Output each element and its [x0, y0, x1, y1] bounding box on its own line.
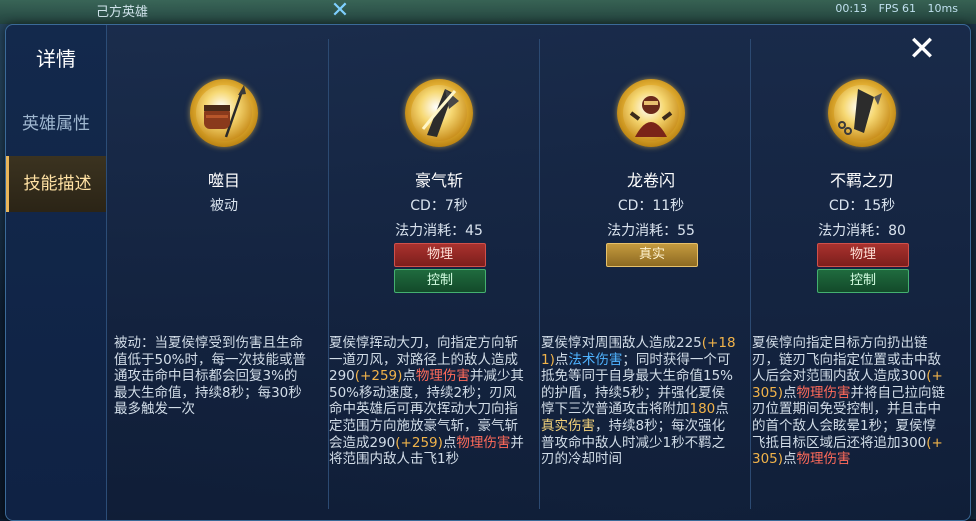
description-text: 被动：当夏侯惇受到伤害且生命值低于50%时，每一次技能或普通攻击命中目标都会回复… — [114, 335, 307, 418]
team-title: 己方英雄 — [96, 5, 149, 20]
sidebar: 详情 英雄属性 技能描述 — [6, 25, 107, 520]
tag-physical: 物理 — [394, 243, 486, 267]
skill-card-1: 豪气斩 CD：7秒 法力消耗：45 物理 控制 夏侯惇挥动大刀，向指定方向斩一道… — [329, 55, 541, 515]
fps-text: FPS 61 — [878, 2, 917, 15]
bonus-value: (+259) — [395, 434, 443, 451]
skill-name: 龙卷闪 — [626, 171, 675, 190]
skill-type: 被动 — [210, 198, 238, 214]
clock-text: 00:13 — [835, 2, 868, 15]
blade-slash-icon — [405, 79, 473, 147]
hero-detail-panel: 详情 英雄属性 技能描述 ✕ 噬目 被动 被动：当夏侯惇受到伤害且生命值低于50… — [5, 24, 971, 521]
skill-name: 噬目 — [207, 171, 240, 190]
sidebar-item-skill-description[interactable]: 技能描述 — [6, 156, 106, 212]
skill-cooldown: CD：7秒 — [410, 198, 468, 214]
description-text: 点 — [715, 401, 729, 418]
physical-damage-text: 物理伤害 — [796, 384, 851, 401]
background-close-icon: ✕ — [330, 0, 350, 23]
skill-description: 被动：当夏侯惇受到伤害且生命值低于50%时，每一次技能或普通攻击命中目标都会回复… — [114, 335, 310, 418]
tag-control: 控制 — [817, 269, 909, 293]
tag-physical: 物理 — [817, 243, 909, 267]
skill-cooldown: CD：15秒 — [828, 198, 896, 214]
skill-description: 夏侯惇挥动大刀，向指定方向斩一道刃风，对路径上的敌人造成290(+259)点物理… — [329, 335, 525, 468]
tag-true-damage: 真实 — [606, 243, 698, 267]
status-bar: 00:13 FPS 61 10ms — [827, 2, 958, 15]
skill-description: 夏侯惇向指定目标方向扔出链刃，链刃飞向指定位置或击中敌人后会对范围内敌人造成30… — [752, 335, 948, 468]
true-damage-text: 真实伤害 — [541, 417, 595, 434]
skill-card-passive: 噬目 被动 被动：当夏侯惇受到伤害且生命值低于50%时，每一次技能或普通攻击命中… — [114, 55, 326, 515]
description-text: 点 — [783, 451, 797, 468]
skill-name: 豪气斩 — [414, 171, 463, 190]
skill-mana-cost: 法力消耗：80 — [818, 223, 906, 239]
description-text: 点 — [402, 368, 416, 385]
skill-card-3: 不羁之刃 CD：15秒 法力消耗：80 物理 控制 夏侯惇向指定目标方向扔出链刃… — [752, 55, 964, 515]
magic-damage-text: 法术伤害 — [568, 351, 623, 368]
bonus-value: (+259) — [354, 368, 403, 385]
skill-mana-cost: 法力消耗：55 — [607, 223, 695, 239]
skill-description: 夏侯惇对周围敌人造成225(+181)点法术伤害；同时获得一个可抵免等同于自身最… — [541, 335, 737, 468]
description-text: 点 — [783, 384, 797, 401]
tag-control: 控制 — [394, 269, 486, 293]
physical-damage-text: 物理伤害 — [456, 434, 511, 451]
physical-damage-text: 物理伤害 — [415, 368, 470, 385]
description-text: 点 — [442, 434, 457, 451]
bonus-value: 180 — [689, 401, 716, 418]
ping-text: 10ms — [927, 2, 958, 15]
skill-name: 不羁之刃 — [829, 171, 894, 190]
description-text: 夏侯惇向指定目标方向扔出链刃，链刃飞向指定位置或击中敌人后会对范围内敌人造成30… — [752, 335, 941, 385]
skill-cooldown: CD：11秒 — [617, 198, 685, 214]
description-text: 点 — [554, 351, 569, 368]
sidebar-item-hero-attributes[interactable]: 英雄属性 — [6, 96, 106, 152]
physical-damage-text: 物理伤害 — [796, 451, 851, 468]
skill-mana-cost: 法力消耗：45 — [395, 223, 483, 239]
description-text: 夏侯惇对周围敌人造成225 — [541, 335, 702, 351]
armored-knight-icon — [617, 79, 685, 147]
chain-blade-icon — [828, 79, 896, 147]
skill-card-2: 龙卷闪 CD：11秒 法力消耗：55 真实 夏侯惇对周围敌人造成225(+181… — [541, 55, 753, 515]
gauntlet-arrow-icon — [190, 79, 258, 147]
panel-title: 详情 — [36, 47, 76, 71]
